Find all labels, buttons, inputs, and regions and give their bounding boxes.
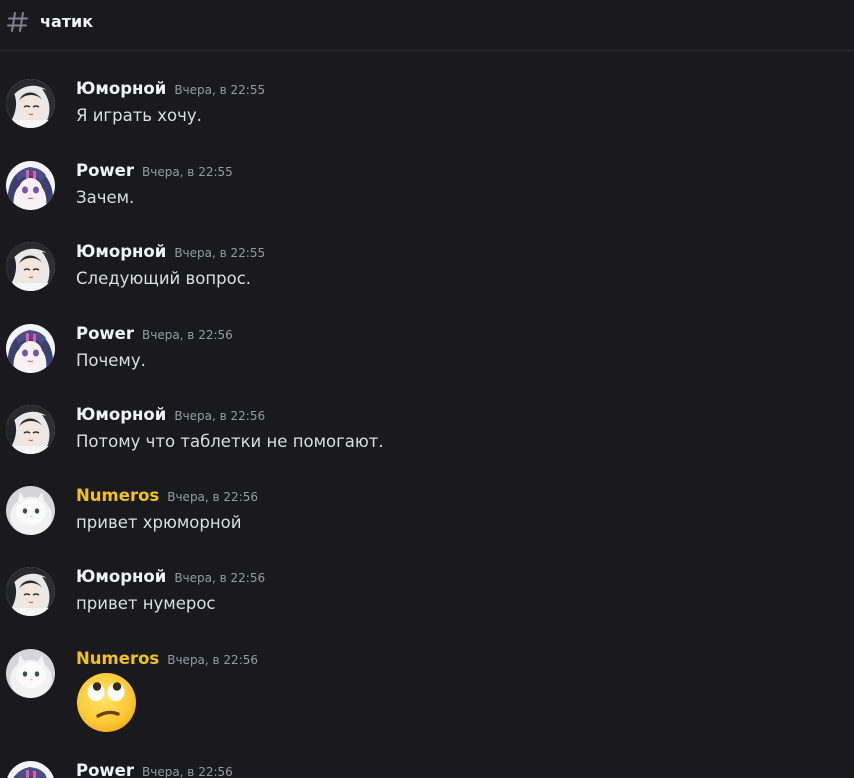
message-author[interactable]: Юморной Вчера, в 22:56 [76, 567, 265, 586]
message-timestamp: Вчера, в 22:56 [142, 765, 233, 778]
message-author[interactable]: Юморной Вчера, в 22:55 [76, 242, 265, 261]
avatar-yumornoy[interactable] [6, 79, 55, 128]
avatar-power[interactable] [6, 324, 55, 373]
message-author[interactable]: Numeros Вчера, в 22:56 [76, 649, 258, 668]
face-with-rolling-eyes-emoji[interactable] [76, 672, 137, 733]
message-author[interactable]: Юморной Вчера, в 22:56 [76, 405, 265, 424]
message-author[interactable]: Numeros Вчера, в 22:56 [76, 486, 258, 505]
message-author[interactable]: Юморной Вчера, в 22:55 [76, 79, 265, 98]
message-text: привет хрюморной [76, 513, 242, 532]
avatar-power[interactable] [6, 761, 55, 778]
message-author[interactable]: Power Вчера, в 22:55 [76, 161, 233, 180]
message-text: Зачем. [76, 188, 135, 207]
avatar-numeros[interactable] [6, 486, 55, 535]
message-timestamp: Вчера, в 22:56 [174, 409, 266, 423]
message-text: Почему. [76, 351, 146, 370]
message-timestamp: Вчера, в 22:55 [174, 246, 266, 260]
message-author[interactable]: Power Вчера, в 22:56 [76, 324, 233, 343]
message-list: Юморной Вчера, в 22:55 Я играть хочу. Pow… [0, 51, 854, 778]
message-text: Следующий вопрос. [76, 269, 252, 288]
message-timestamp: Вчера, в 22:56 [167, 653, 259, 667]
hash-icon [7, 12, 28, 32]
message-text: Я играть хочу. [76, 106, 202, 125]
message-timestamp: Вчера, в 22:55 [174, 83, 266, 97]
message-timestamp: Вчера, в 22:56 [174, 571, 266, 585]
avatar-power[interactable] [6, 161, 55, 210]
avatar-numeros[interactable] [6, 649, 55, 698]
avatar-yumornoy[interactable] [6, 567, 55, 616]
channel-header: чатик [0, 0, 854, 51]
message-author[interactable]: Power Вчера, в 22:56 [76, 761, 233, 778]
message-text: Потому что таблетки не помогают. [76, 432, 384, 451]
channel-name: чатик [40, 12, 94, 31]
message-text: привет нумерос [76, 594, 216, 613]
message-timestamp: Вчера, в 22:55 [142, 165, 233, 179]
avatar-yumornoy[interactable] [6, 405, 55, 454]
message-timestamp: Вчера, в 22:56 [142, 328, 233, 342]
message-timestamp: Вчера, в 22:56 [167, 490, 259, 504]
avatar-yumornoy[interactable] [6, 242, 55, 291]
